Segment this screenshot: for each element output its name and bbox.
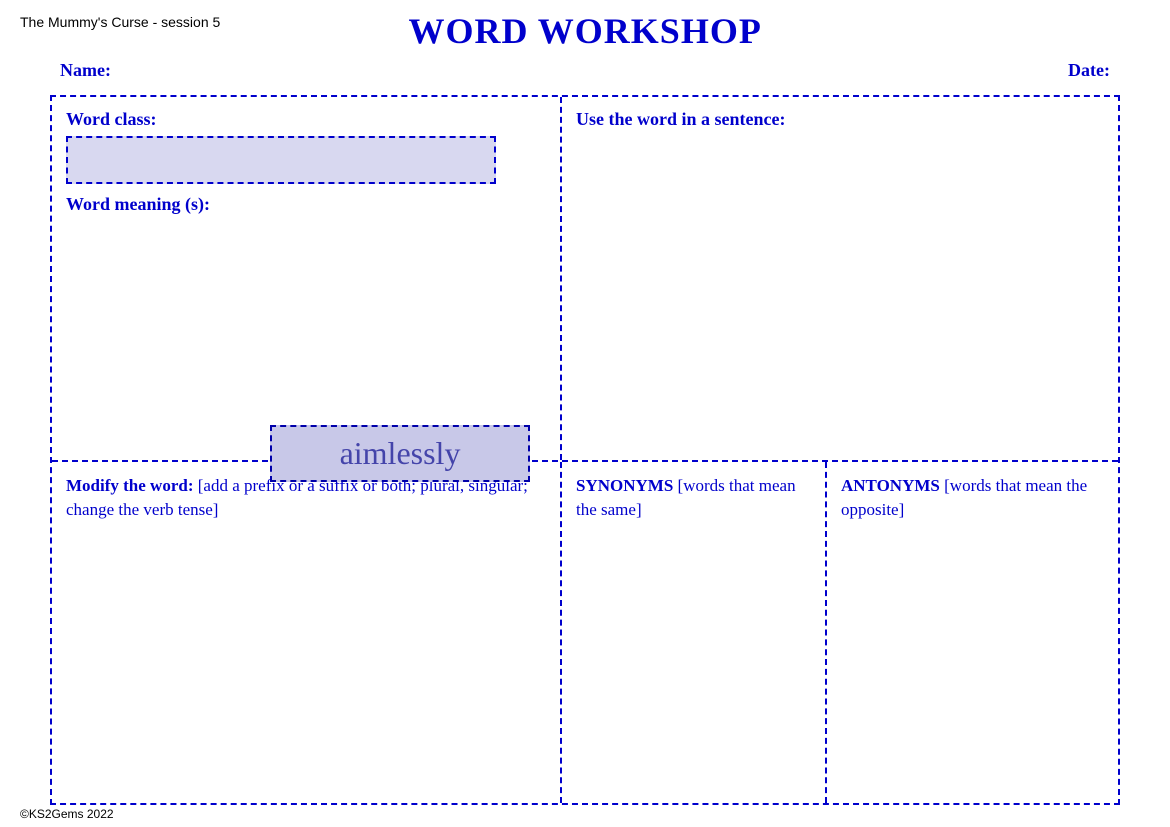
use-sentence-label: Use the word in a sentence:	[576, 109, 1104, 130]
word-class-label: Word class:	[66, 109, 546, 130]
name-date-row: Name: Date:	[20, 54, 1150, 87]
modify-word-bold: Modify the word:	[66, 476, 193, 495]
word-badge: aimlessly	[270, 425, 530, 482]
antonyms-label: ANTONYMS [words that mean the opposite]	[841, 474, 1104, 522]
header-row: The Mummy's Curse - session 5 WORD WORKS…	[20, 10, 1150, 52]
left-panel: Word class: Word meaning (s): aimlessly	[52, 97, 562, 460]
word-meaning-label: Word meaning (s):	[66, 194, 546, 215]
synonyms-label: SYNONYMS [words that mean the same]	[576, 474, 811, 522]
antonyms-panel: ANTONYMS [words that mean the opposite]	[827, 462, 1118, 803]
right-panel: Use the word in a sentence:	[562, 97, 1118, 460]
name-label: Name:	[60, 60, 111, 81]
bottom-left-panel: Modify the word: [add a prefix or a suff…	[52, 462, 562, 803]
date-label: Date:	[1068, 60, 1110, 81]
main-title: WORD WORKSHOP	[220, 10, 950, 52]
word-class-box[interactable]	[66, 136, 496, 184]
synonyms-bold: SYNONYMS	[576, 476, 673, 495]
footer: ©KS2Gems 2022	[20, 807, 114, 821]
main-grid: Word class: Word meaning (s): aimlessly …	[50, 95, 1120, 805]
top-section: Word class: Word meaning (s): aimlessly …	[52, 97, 1118, 462]
antonyms-bold: ANTONYMS	[841, 476, 940, 495]
subtitle: The Mummy's Curse - session 5	[20, 10, 220, 30]
synonyms-panel: SYNONYMS [words that mean the same]	[562, 462, 827, 803]
bottom-section: Modify the word: [add a prefix or a suff…	[52, 462, 1118, 803]
page: The Mummy's Curse - session 5 WORD WORKS…	[0, 0, 1170, 827]
